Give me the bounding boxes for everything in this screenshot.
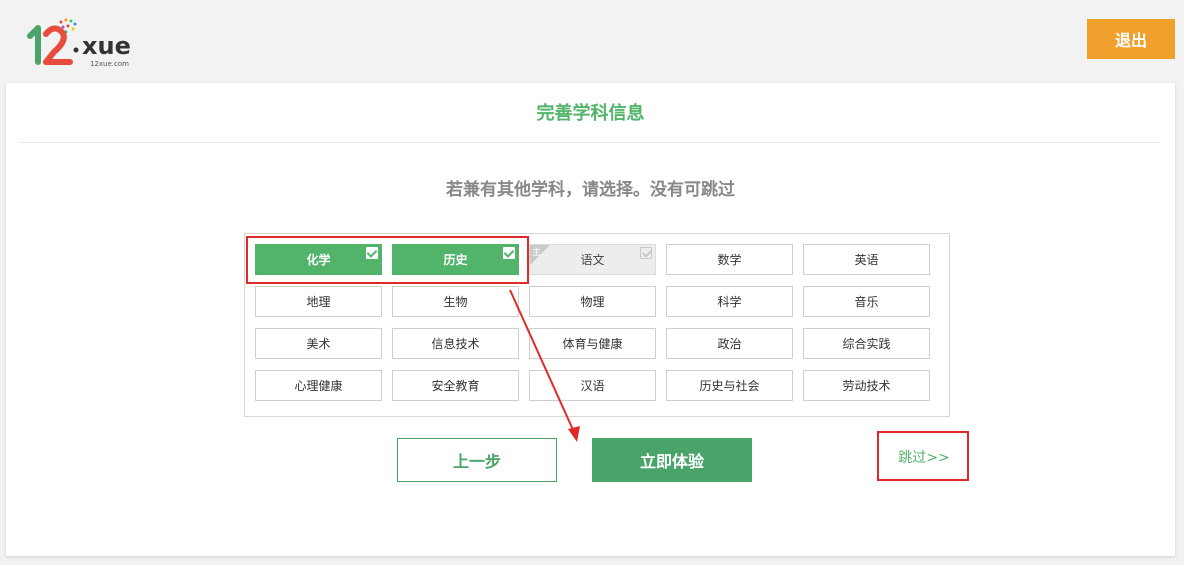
subject-item[interactable]: 政治 [666, 328, 793, 359]
title-divider [19, 142, 1160, 143]
subject-label: 数学 [717, 253, 742, 267]
logo[interactable]: xue 12xue.com [24, 18, 148, 68]
subject-card: 完善学科信息 若兼有其他学科，请选择。没有可跳过 化学 历史主语文 数学 英语 地理 生物… [6, 83, 1175, 556]
subject-label: 综合实践 [842, 337, 891, 351]
subject-item[interactable]: 生物 [392, 286, 519, 317]
subject-item[interactable]: 音乐 [803, 286, 930, 317]
subject-label: 政治 [717, 337, 742, 351]
previous-step-button[interactable]: 上一步 [397, 438, 557, 482]
subject-label: 地理 [306, 295, 331, 309]
subject-item[interactable]: 历史与社会 [666, 370, 793, 401]
subject-label: 语文 [580, 253, 605, 267]
subject-item[interactable]: 物理 [529, 286, 656, 317]
subject-item[interactable]: 安全教育 [392, 370, 519, 401]
subject-item[interactable]: 综合实践 [803, 328, 930, 359]
subject-item[interactable]: 心理健康 [255, 370, 382, 401]
header: xue 12xue.com 退出 [0, 0, 1184, 82]
subject-label: 汉语 [580, 379, 605, 393]
subject-item[interactable]: 汉语 [529, 370, 656, 401]
subject-item[interactable]: 体育与健康 [529, 328, 656, 359]
subject-label: 美术 [306, 337, 331, 351]
logout-button[interactable]: 退出 [1087, 19, 1175, 59]
subject-label: 心理健康 [294, 379, 343, 393]
subject-label: 生物 [443, 295, 468, 309]
subject-label: 英语 [854, 253, 879, 267]
subject-item[interactable]: 主语文 [529, 244, 656, 275]
subject-item[interactable]: 数学 [666, 244, 793, 275]
svg-text:xue: xue [82, 32, 131, 60]
subject-label: 音乐 [854, 295, 879, 309]
page-title: 完善学科信息 [536, 103, 645, 124]
subject-item[interactable]: 地理 [255, 286, 382, 317]
subject-item[interactable]: 科学 [666, 286, 793, 317]
logo-subtext: 12xue.com [90, 60, 129, 68]
try-now-button[interactable]: 立即体验 [592, 438, 752, 482]
subject-item[interactable]: 英语 [803, 244, 930, 275]
subject-label: 体育与健康 [562, 337, 623, 351]
subject-item[interactable]: 信息技术 [392, 328, 519, 359]
subject-item[interactable]: 劳动技术 [803, 370, 930, 401]
subject-label: 劳动技术 [842, 379, 891, 393]
instruction-text: 若兼有其他学科，请选择。没有可跳过 [446, 180, 735, 200]
subject-label: 安全教育 [431, 379, 480, 393]
skip-link[interactable]: 跳过>> [879, 433, 969, 480]
subject-label: 物理 [580, 295, 605, 309]
subject-label: 历史与社会 [699, 379, 760, 393]
checkmark-icon [640, 247, 652, 259]
annotation-box-selected [246, 236, 529, 284]
main-subject-badge: 主 [532, 248, 542, 258]
subject-item[interactable]: 美术 [255, 328, 382, 359]
subject-label: 科学 [717, 295, 742, 309]
subject-label: 信息技术 [431, 337, 480, 351]
